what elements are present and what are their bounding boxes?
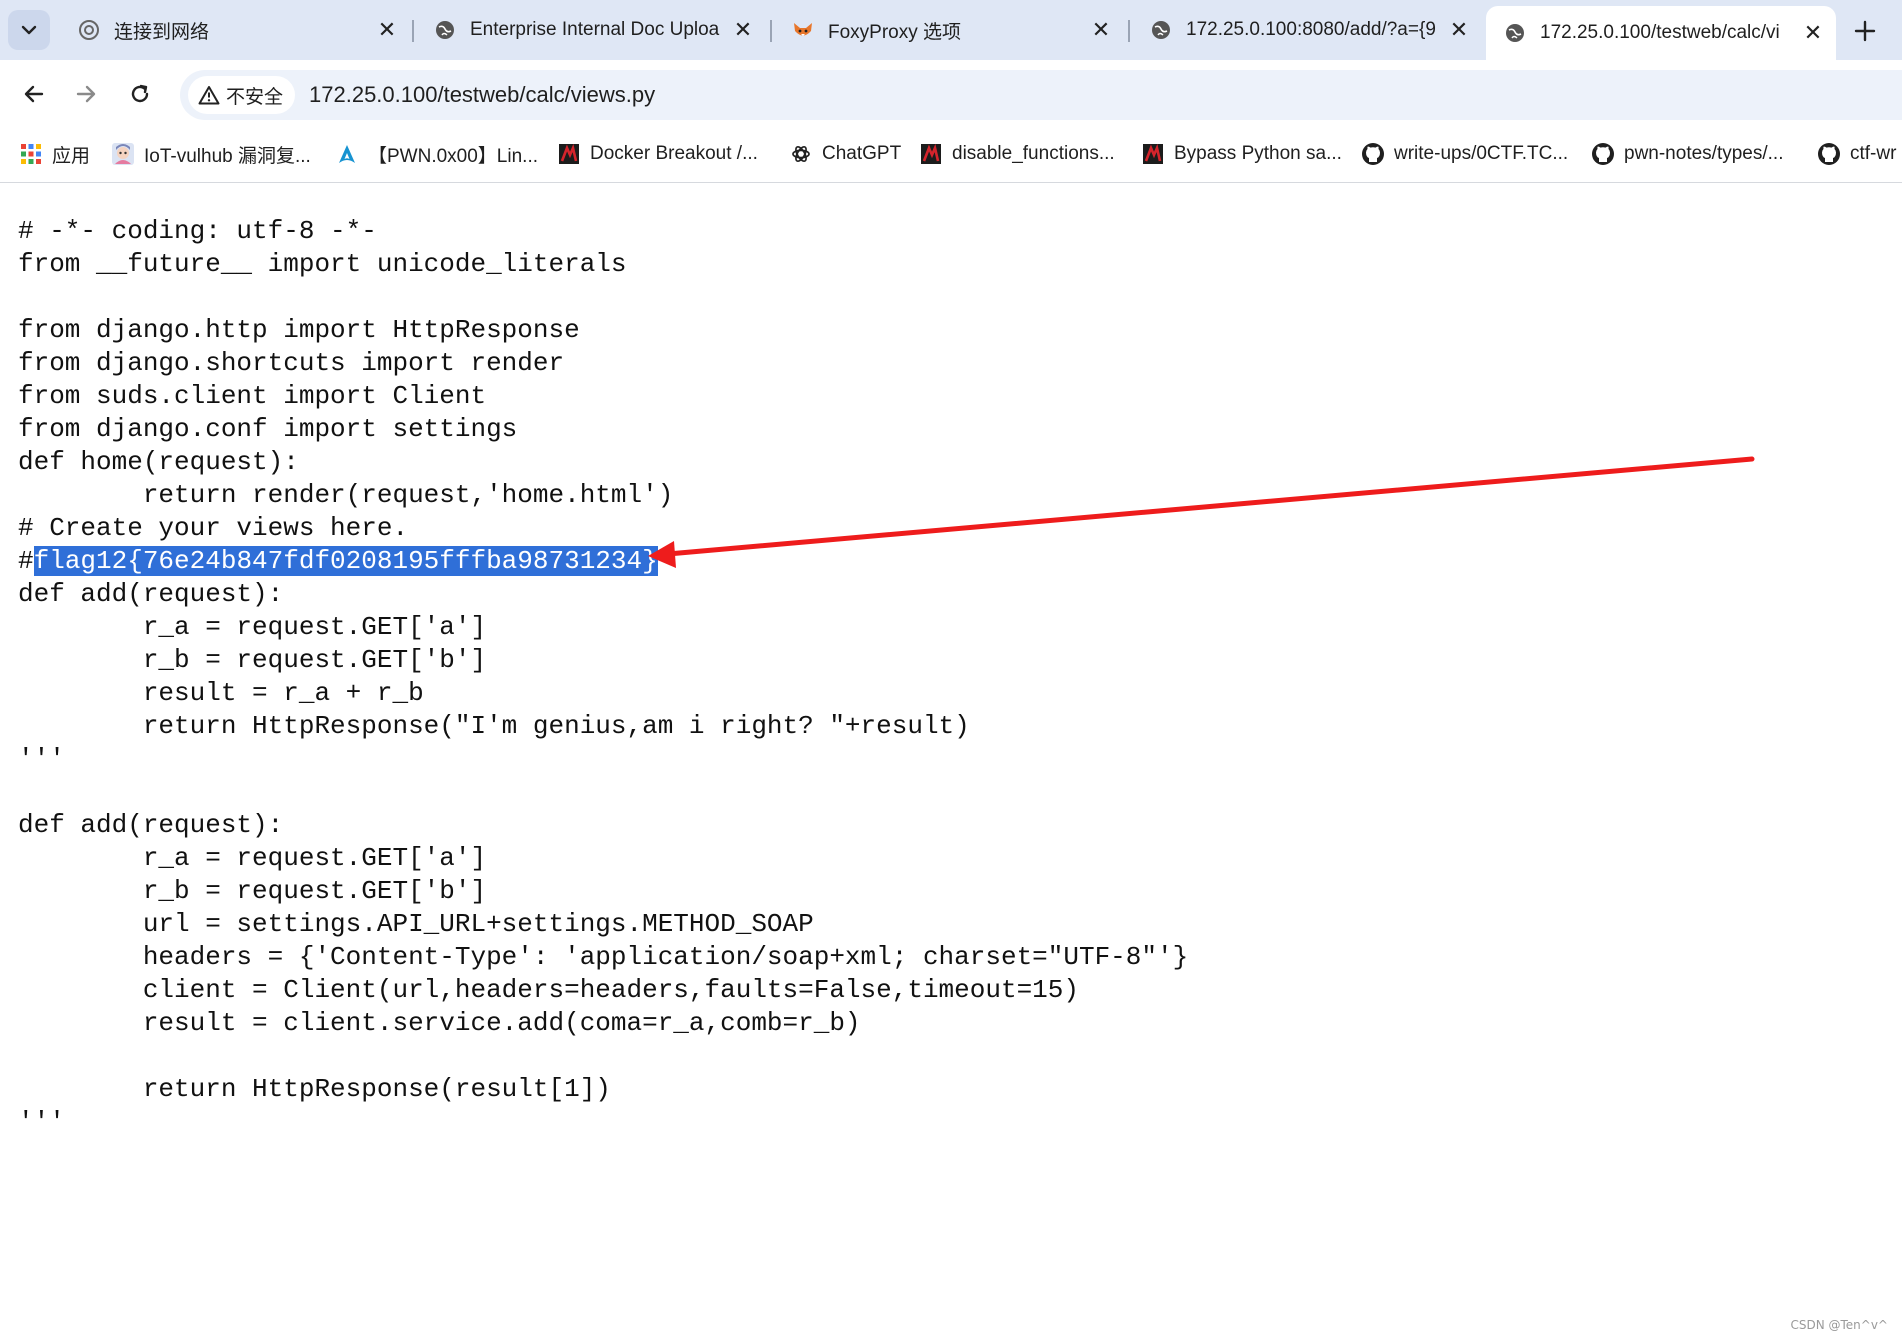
- address-bar[interactable]: 不安全 172.25.0.100/testweb/calc/views.py: [180, 70, 1902, 120]
- tab-title: 连接到网络: [114, 21, 210, 43]
- hacktricks-icon: [556, 141, 582, 167]
- bookmark-iot-vulhub[interactable]: IoT-vulhub 漏洞复...: [110, 136, 311, 172]
- globe-icon: [1150, 19, 1172, 41]
- reload-icon: [131, 84, 149, 103]
- bookmark-docker-breakout[interactable]: Docker Breakout /...: [556, 136, 758, 172]
- bookmark-label: 应用: [52, 145, 91, 167]
- hacktricks-icon: [918, 141, 944, 167]
- warning-triangle-icon: [198, 86, 220, 105]
- github-icon: [1360, 141, 1386, 167]
- tab-title: 172.25.0.100/testweb/calc/vi: [1540, 22, 1780, 43]
- security-label: 不安全: [226, 86, 284, 108]
- tab-add-endpoint[interactable]: 172.25.0.100:8080/add/?a={9 ✕: [1132, 8, 1482, 52]
- bookmark-chatgpt[interactable]: ChatGPT: [788, 136, 901, 172]
- page-content: # -*- coding: utf-8 -*- from __future__ i…: [0, 183, 1902, 1340]
- foxyproxy-icon: [792, 19, 814, 41]
- tab-separator: [1128, 20, 1130, 42]
- code-line: client = Client(url,headers=headers,faul…: [18, 975, 1079, 1005]
- watermark: CSDN @Ten^v^: [1790, 1318, 1888, 1332]
- tab-title: 172.25.0.100:8080/add/?a={9: [1186, 19, 1436, 40]
- bookmark-pwn-linux[interactable]: 【PWN.0x00】Lin...: [334, 136, 538, 172]
- tab-title: FoxyProxy 选项: [828, 21, 962, 43]
- bookmark-label: write-ups/0CTF.TC...: [1394, 143, 1569, 164]
- globe-icon: [1504, 22, 1526, 44]
- bookmarks-bar: 应用 IoT-vulhub 漏洞复... 【PWN.0x00】Lin... Do…: [0, 128, 1902, 183]
- close-icon[interactable]: ✕: [374, 17, 400, 43]
- bookmark-ctf-writeups[interactable]: ctf-wr: [1816, 136, 1896, 172]
- bookmark-label: pwn-notes/types/...: [1624, 143, 1784, 164]
- bookmark-label: Docker Breakout /...: [590, 143, 758, 164]
- reload-button[interactable]: [120, 74, 160, 114]
- red-arrow-annotation: [648, 456, 1755, 568]
- plus-icon: [1854, 20, 1876, 42]
- code-line: result = client.service.add(coma=r_a,com…: [18, 1008, 861, 1038]
- bookmark-label: disable_functions...: [952, 143, 1115, 164]
- arrow-head: [648, 541, 676, 568]
- anime-avatar-icon: [110, 141, 136, 167]
- hacktricks-icon: [1140, 141, 1166, 167]
- tab-separator: [770, 20, 772, 42]
- network-icon: [78, 19, 100, 41]
- openai-icon: [788, 141, 814, 167]
- tab-title: Enterprise Internal Doc Uploa: [470, 19, 720, 40]
- apps-grid-icon: [18, 141, 44, 167]
- bookmark-label: ctf-wr: [1850, 143, 1897, 164]
- close-icon[interactable]: ✕: [730, 17, 756, 43]
- tab-foxyproxy[interactable]: FoxyProxy 选项 ✕: [774, 8, 1124, 52]
- close-icon[interactable]: ✕: [1088, 17, 1114, 43]
- code-line: return HttpResponse(result[1]): [18, 1074, 611, 1104]
- new-tab-button[interactable]: [1848, 14, 1882, 48]
- forward-button[interactable]: [66, 74, 106, 114]
- tab-strip: 连接到网络 ✕ Enterprise Internal Doc Uploa ✕ …: [0, 0, 1902, 60]
- bookmark-disable-functions[interactable]: disable_functions...: [918, 136, 1115, 172]
- bookmark-bypass-python[interactable]: Bypass Python sa...: [1140, 136, 1342, 172]
- tab-views-py[interactable]: 172.25.0.100/testweb/calc/vi ✕: [1486, 6, 1836, 60]
- arrow-right-icon: [76, 85, 96, 103]
- bookmark-pwn-notes[interactable]: pwn-notes/types/...: [1590, 136, 1783, 172]
- arch-logo-icon: [334, 141, 360, 167]
- bookmark-label: 【PWN.0x00】Lin...: [368, 145, 538, 167]
- globe-icon: [434, 19, 456, 41]
- chevron-down-icon: [21, 25, 37, 35]
- tab-separator: [412, 20, 414, 42]
- bookmark-label: IoT-vulhub 漏洞复...: [144, 145, 311, 167]
- close-icon[interactable]: ✕: [1800, 20, 1826, 46]
- tab-search-button[interactable]: [8, 10, 50, 50]
- code-line: headers = {'Content-Type': 'application/…: [18, 942, 1189, 972]
- code-line: ''': [18, 1107, 65, 1137]
- tab-enterprise-doc[interactable]: Enterprise Internal Doc Uploa ✕: [416, 8, 766, 52]
- arrow-left-icon: [24, 85, 44, 103]
- code-line: url = settings.API_URL+settings.METHOD_S…: [18, 909, 814, 939]
- security-chip[interactable]: 不安全: [188, 76, 296, 114]
- url-text[interactable]: 172.25.0.100/testweb/calc/views.py: [309, 82, 655, 108]
- close-icon[interactable]: ✕: [1446, 17, 1472, 43]
- github-icon: [1590, 141, 1616, 167]
- arrow-shaft: [665, 456, 1755, 557]
- browser-toolbar: 不安全 172.25.0.100/testweb/calc/views.py: [0, 60, 1902, 128]
- back-button[interactable]: [14, 74, 54, 114]
- bookmark-label: Bypass Python sa...: [1174, 143, 1342, 164]
- tab-network-login[interactable]: 连接到网络 ✕: [60, 8, 410, 52]
- bookmark-label: ChatGPT: [822, 143, 902, 164]
- github-icon: [1816, 141, 1842, 167]
- bookmark-write-ups[interactable]: write-ups/0CTF.TC...: [1360, 136, 1568, 172]
- bookmark-apps[interactable]: 应用: [18, 136, 90, 172]
